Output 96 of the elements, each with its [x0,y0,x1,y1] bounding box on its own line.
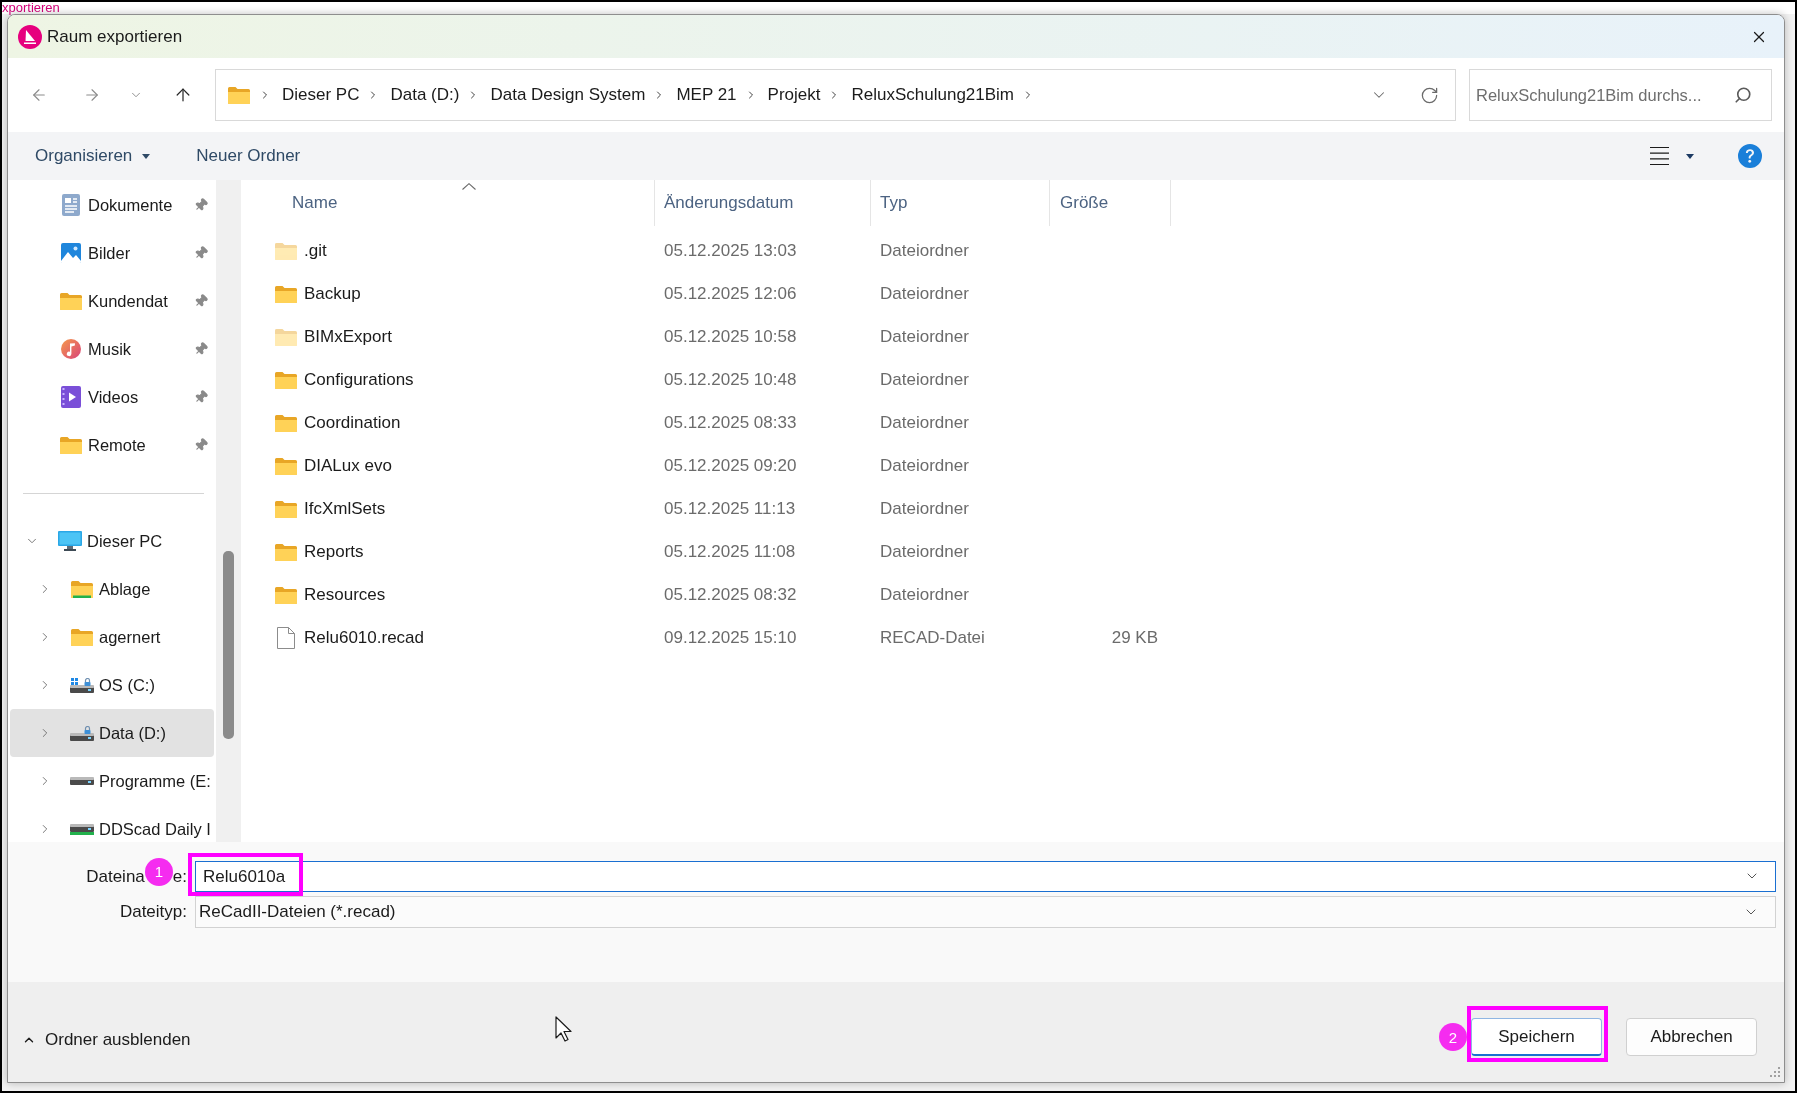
forward-icon[interactable] [83,86,101,104]
file-type: Dateiordner [880,283,969,303]
column-header[interactable]: Änderungsdatum [655,180,871,226]
modified-date: 05.12.2025 12:06 [664,283,797,303]
file-type: Dateiordner [880,455,969,475]
step-badge: 2 [1439,1023,1467,1051]
breadcrumb[interactable]: Projekt [767,82,821,108]
music-note-icon [61,339,81,359]
sidebar-item[interactable]: Data (D:) [10,709,214,757]
breadcrumb[interactable]: ReluxSchulung21Bim [851,82,1015,108]
monitor-icon [58,531,82,551]
cancel-button[interactable]: Abbrechen [1626,1018,1757,1056]
file-type: Dateiordner [880,240,969,260]
modified-date: 05.12.2025 10:58 [664,326,797,346]
sidebar-item[interactable]: Dieser PC [10,517,214,565]
column-header[interactable]: Größe [1050,180,1171,226]
document-icon [62,194,80,216]
drive-icon [70,725,94,741]
file-type: Dateiordner [880,326,969,346]
hide-folders-toggle[interactable]: Ordner ausblenden [22,1027,191,1053]
file-type: Dateiordner [880,541,969,561]
file-name[interactable]: Configurations [304,366,414,393]
folder-icon [71,628,93,646]
save-button[interactable]: Speichern [1471,1018,1602,1056]
file-name[interactable]: IfcXmlSets [304,495,386,522]
sidebar-item[interactable]: Bilder [10,229,214,277]
modified-date: 09.12.2025 15:10 [664,627,797,647]
file-type: RECAD-Datei [880,627,985,647]
modified-date: 05.12.2025 08:33 [664,412,797,432]
drive-icon [70,777,94,785]
new-folder-button[interactable]: Neuer Ordner [196,143,301,169]
sidebar-item[interactable]: Videos [10,373,214,421]
sidebar-item[interactable]: OS (C:) [10,661,214,709]
field-label: e: [172,865,187,888]
sidebar-item[interactable]: Musik [10,325,214,373]
filename-field[interactable]: Relu6010a [195,861,1776,892]
file-name[interactable]: .git [304,237,327,264]
breadcrumb[interactable]: Data (D:) [390,82,460,108]
folder-icon [60,436,82,454]
file-type: Dateiordner [880,584,969,604]
video-icon [61,386,81,408]
file-name[interactable]: Relu6010.recad [304,624,425,651]
file-type: Dateiordner [880,369,969,389]
app-logo-icon [18,24,42,49]
breadcrumb[interactable]: Data Design System [490,82,646,108]
drive-icon [70,823,94,835]
file-size: 29 KB [1111,626,1158,649]
modified-date: 05.12.2025 13:03 [664,240,797,260]
file-type: Dateiordner [880,498,969,518]
modified-date: 05.12.2025 09:20 [664,455,797,475]
sidebar-item[interactable]: Kundendat [10,277,214,325]
file-type: Dateiordner [880,412,969,432]
folder-icon [228,86,250,104]
field-label: Dateina [86,865,145,888]
sidebar-item[interactable]: Dokumente [10,181,214,229]
modified-date: 05.12.2025 11:13 [664,498,796,518]
sidebar-item[interactable]: Remote [10,421,214,469]
help-icon[interactable] [1738,144,1762,168]
back-icon[interactable] [30,86,48,104]
file-name[interactable]: Coordination [304,409,401,436]
file-name[interactable]: Reports [304,538,364,565]
modified-date: 05.12.2025 10:48 [664,369,797,389]
list-view-icon[interactable] [1650,147,1669,165]
caret-icon [142,153,151,159]
file-name[interactable]: Backup [304,280,361,307]
sidebar-item[interactable]: Ablage [10,565,214,613]
sidebar-item[interactable]: DDScad Daily I [10,805,214,842]
picture-icon [61,243,81,263]
search-field[interactable]: ReluxSchulung21Bim durchs... [1469,69,1772,121]
address-bar[interactable]: Dieser PC Data (D:) Data Design System MEP 21 Projekt ReluxSchulung21Bim [215,69,1456,121]
mouse-cursor-icon [555,1016,573,1042]
step-badge: 1 [144,857,173,886]
modified-date: 05.12.2025 11:08 [664,541,796,561]
window-title: Raum exportieren [47,25,183,48]
file-name[interactable]: DIALux evo [304,452,392,479]
filetype-dropdown[interactable]: ReCadII-Dateien (*.recad) [195,896,1776,928]
column-header[interactable]: Typ [871,180,1050,226]
modified-date: 05.12.2025 08:32 [664,584,797,604]
file-name[interactable]: Resources [304,581,386,608]
sidebar-item[interactable]: Programme (E: [10,757,214,805]
sidebar-item[interactable]: agernert [10,613,214,661]
search-icon[interactable] [1734,86,1752,104]
drive-icon [70,677,94,693]
field-label: Dateityp: [119,901,187,924]
background-window-title: xportieren [2,2,60,14]
organize-menu[interactable]: Organisieren [35,143,151,169]
file-name[interactable]: BIMxExport [304,323,392,350]
folder-icon [71,580,93,598]
breadcrumb[interactable]: MEP 21 [676,82,737,108]
breadcrumb[interactable]: Dieser PC [282,82,360,108]
column-header[interactable]: Name [241,180,655,226]
folder-icon [60,292,82,310]
refresh-icon[interactable] [1420,85,1439,105]
resize-grip-icon[interactable] [1769,1067,1781,1079]
scrollbar-thumb[interactable] [223,551,234,739]
caret-icon[interactable] [1686,153,1694,159]
